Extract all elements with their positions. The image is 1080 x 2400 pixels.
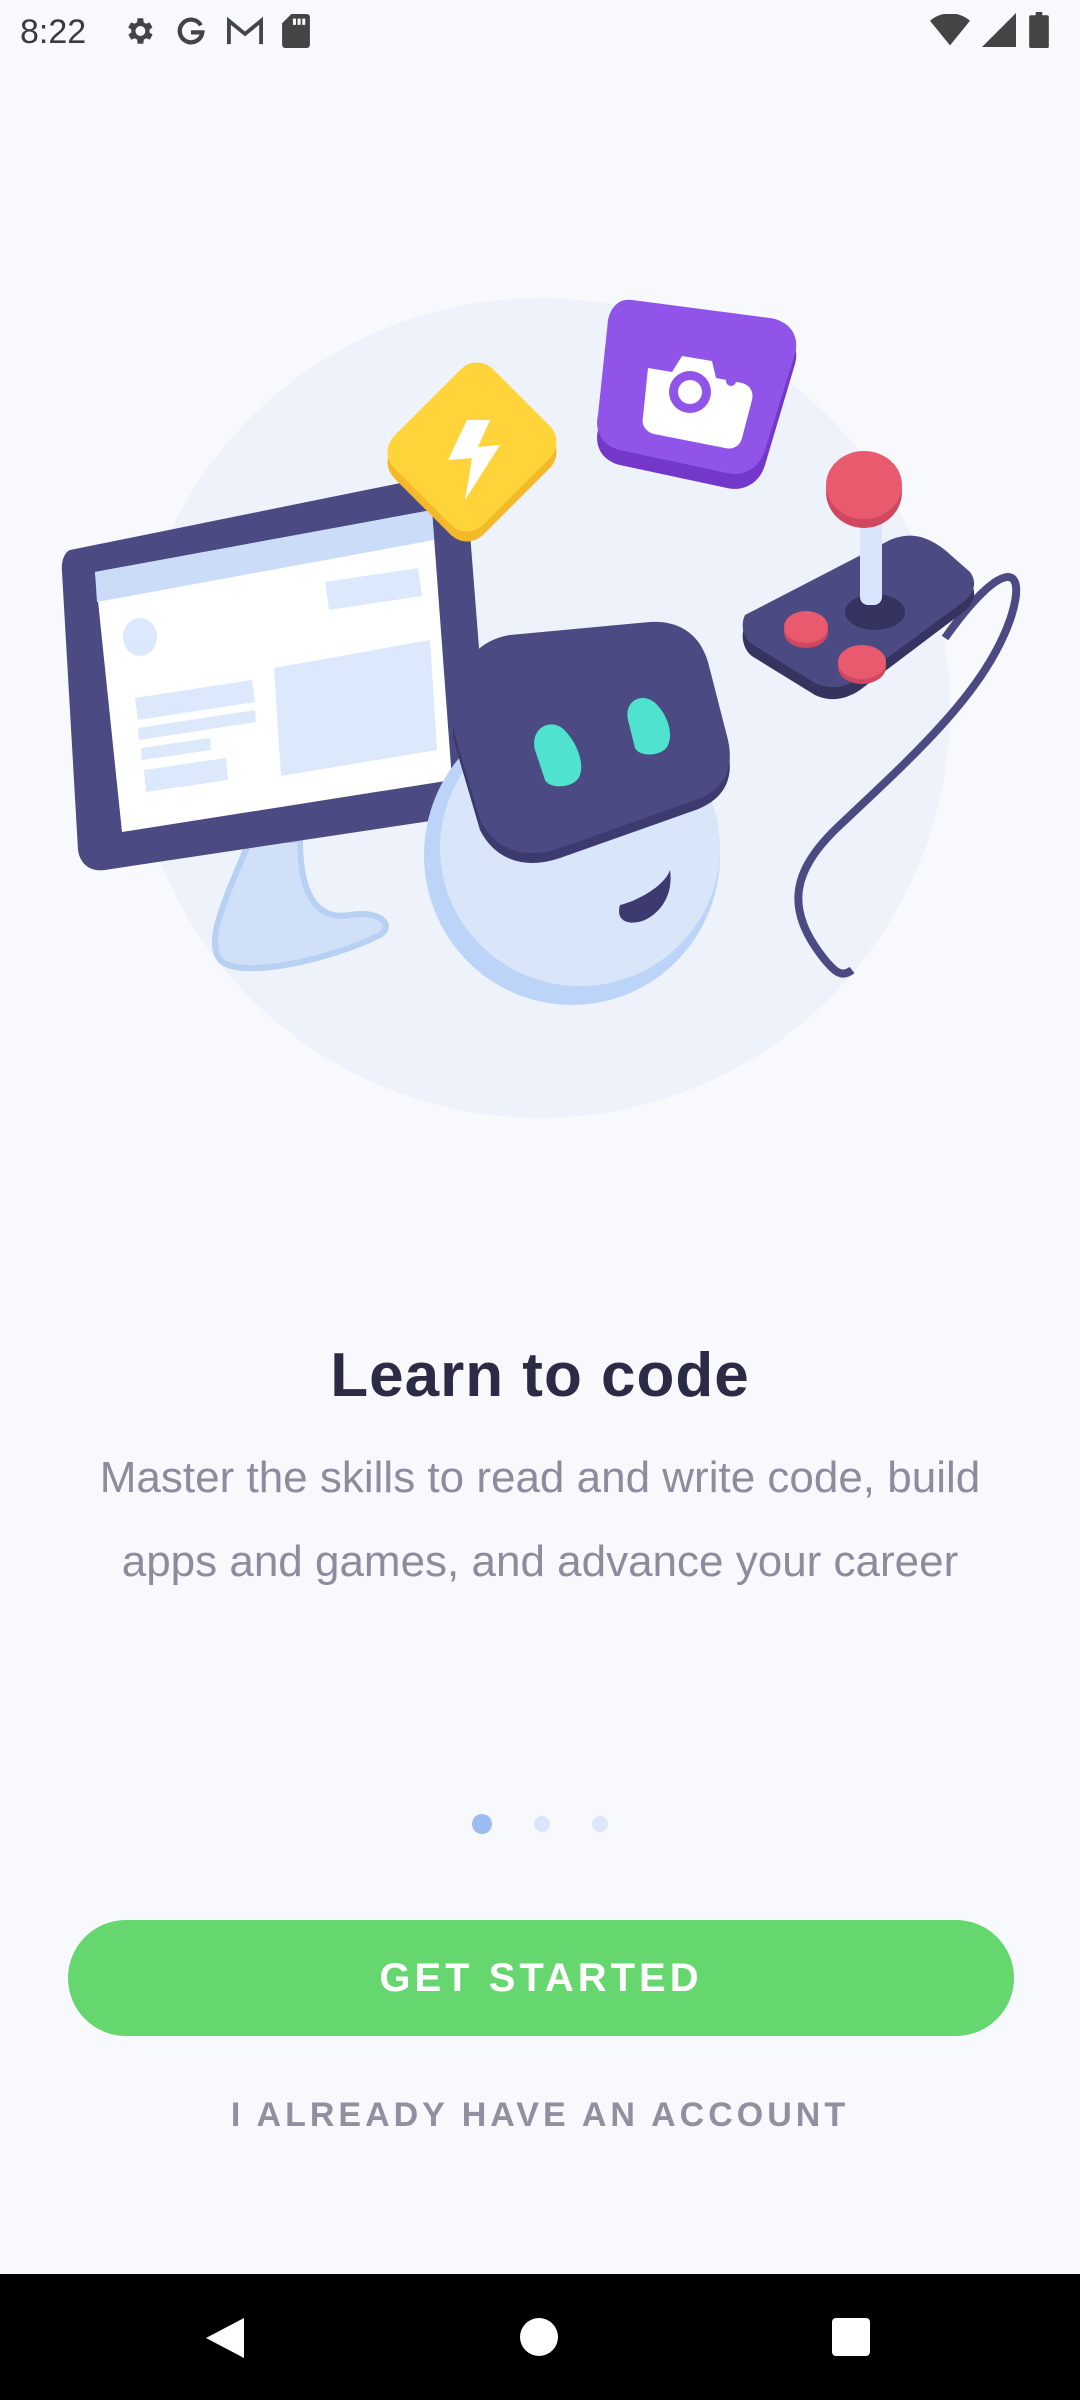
page-indicator-dot-1[interactable]: [472, 1814, 492, 1834]
battery-icon: [1029, 12, 1049, 48]
status-bar: 8:22: [0, 0, 1080, 64]
wifi-icon: [930, 14, 970, 46]
status-system-icons: [930, 12, 1050, 48]
recents-icon[interactable]: [832, 2318, 870, 2356]
sd-card-icon: [282, 14, 310, 48]
page-indicator: [0, 1814, 1080, 1834]
settings-icon: [128, 18, 153, 44]
gmail-icon: [227, 16, 263, 45]
status-notification-icons: [122, 14, 310, 48]
back-icon[interactable]: [204, 2316, 246, 2360]
already-have-account-button[interactable]: I ALREADY HAVE AN ACCOUNT: [0, 2096, 1080, 2135]
home-icon[interactable]: [520, 2318, 558, 2356]
page-title: Learn to code: [330, 1341, 750, 1410]
system-navigation-bar: [0, 2274, 1080, 2400]
learn-to-code-illustration: [61, 298, 1021, 1118]
page-indicator-dot-2[interactable]: [534, 1816, 550, 1832]
page-indicator-dot-3[interactable]: [592, 1816, 608, 1832]
robot-mascot-icon: [424, 621, 730, 1005]
computer-monitor-icon: [61, 474, 491, 871]
page-subtitle: Master the skills to read and write code…: [99, 1453, 981, 1586]
get-started-button[interactable]: GET STARTED: [68, 1920, 1014, 2036]
status-time: 8:22: [20, 13, 87, 51]
signal-icon: [982, 13, 1016, 47]
google-icon: [177, 17, 205, 45]
